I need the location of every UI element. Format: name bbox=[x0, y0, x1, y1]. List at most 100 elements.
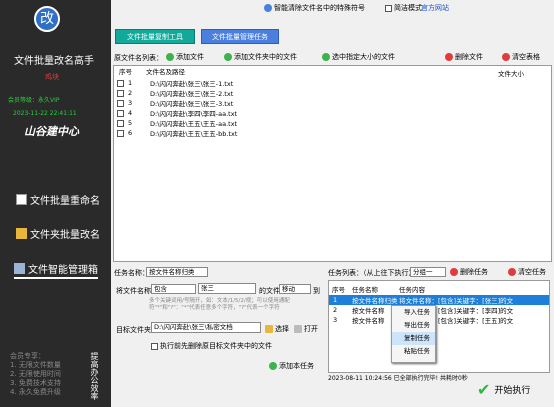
row-path: D:\闪闪奔赴\王五\王五-bb.txt bbox=[150, 130, 238, 138]
clear-table-button[interactable]: 清空表格 bbox=[502, 52, 540, 62]
context-menu[interactable]: 导入任务 导出任务 复制任务 粘贴任务 bbox=[391, 305, 436, 363]
nav-batch-rename[interactable]: 文件批量重命名 bbox=[16, 192, 100, 207]
choose-label: 选择 bbox=[275, 325, 289, 333]
member-line: 3. 免费技术支持 bbox=[10, 379, 61, 387]
group-select[interactable]: 分组一 bbox=[410, 267, 446, 277]
rule-hint: 多个关键词用/号隔开，如：文本/1/5/2/视；可以使用通配符"*"和"?"："… bbox=[149, 298, 290, 311]
minus-icon bbox=[445, 53, 453, 61]
clear-special-label: 智能清除文件名中的特殊符号 bbox=[274, 4, 365, 12]
add-task-label: 添加本任务 bbox=[279, 362, 314, 370]
menu-import-task[interactable]: 导入任务 bbox=[392, 306, 435, 319]
target-folder-input[interactable]: D:\闪闪奔赴\张三\私密文档 bbox=[151, 322, 261, 333]
task-header-content: 任务内容 bbox=[399, 286, 425, 294]
member-line: 2. 无限使用时间 bbox=[10, 370, 61, 378]
member-benefits: 会员专享： 1. 无限文件数量 2. 无限使用时间 3. 免费技术支持 4. 永… bbox=[10, 352, 61, 397]
add-folder-label: 添加文件夹中的文件 bbox=[234, 53, 297, 61]
keyword-input[interactable]: 张三 bbox=[198, 283, 256, 294]
username: 鸡块 bbox=[45, 73, 59, 81]
plus-icon bbox=[224, 53, 232, 61]
row-path: D:\闪闪奔赴\张三\张三-3.txt bbox=[150, 100, 234, 108]
task-name-select[interactable]: 按文件名称归类 bbox=[146, 267, 208, 277]
table-row[interactable]: 1 D:\闪闪奔赴\张三\张三-1.txt bbox=[114, 78, 551, 88]
app-title: 文件批量改名高手 bbox=[14, 56, 94, 67]
row-no: 4 bbox=[128, 109, 133, 117]
sidebar: 改 文件批量改名高手 鸡块 会员等级：永久VIP 2023-11-22 22:4… bbox=[0, 0, 111, 407]
task-no: 1 bbox=[333, 296, 338, 304]
rule-mid-label: 的文件 bbox=[259, 287, 280, 295]
header-no: 序号 bbox=[119, 68, 132, 76]
delete-task-label: 删除任务 bbox=[460, 268, 488, 276]
document-icon bbox=[16, 194, 27, 205]
vertical-slogan: 提高办公效率 bbox=[90, 352, 99, 400]
nav-label: 文件夹批量改名 bbox=[30, 230, 100, 241]
delete-before-label: 执行前先删除原目标文件夹中的文件 bbox=[160, 342, 272, 350]
row-path: D:\闪闪奔赴\张三\张三-1.txt bbox=[150, 80, 234, 88]
clear-special-link[interactable]: 智能清除文件名中的特殊符号 bbox=[264, 3, 365, 13]
checkbox-icon[interactable] bbox=[117, 99, 124, 107]
file-table[interactable]: 序号 文件名及路径 文件大小 1 D:\闪闪奔赴\张三\张三-1.txt 2 D:\… bbox=[113, 65, 552, 262]
nav-label: 文件智能管理箱 bbox=[28, 265, 98, 276]
delete-file-button[interactable]: 删除文件 bbox=[445, 52, 483, 62]
menu-export-task[interactable]: 导出任务 bbox=[392, 319, 435, 332]
batch-copy-tool-button[interactable]: 文件批量复制工具 bbox=[115, 29, 195, 44]
clear-task-button[interactable]: 清空任务 bbox=[508, 267, 546, 277]
nav-smart-manager[interactable]: 文件智能管理箱 bbox=[14, 261, 98, 279]
select-size-label: 选中指定大小的文件 bbox=[332, 53, 395, 61]
task-header-name: 任务名称 bbox=[352, 286, 378, 294]
open-icon bbox=[294, 325, 302, 333]
checkbox-icon[interactable] bbox=[117, 119, 124, 127]
member-line: 1. 无限文件数量 bbox=[10, 361, 61, 369]
simple-mode-checkbox[interactable]: 简洁模式 bbox=[385, 3, 422, 13]
simple-mode-label: 简洁模式 bbox=[394, 4, 422, 12]
row-no: 2 bbox=[128, 89, 133, 97]
status-text: 2023-08-11 10:24:56 已全部执行完毕! 共耗时0秒 bbox=[328, 375, 468, 382]
manager-icon bbox=[14, 263, 25, 274]
checkbox-icon[interactable] bbox=[117, 79, 124, 87]
task-list-label: 任务列表：（从上往下执行） bbox=[328, 269, 416, 277]
menu-copy-task[interactable]: 复制任务 bbox=[392, 332, 435, 345]
table-row[interactable]: 2 D:\闪闪奔赴\张三\张三-2.txt bbox=[114, 88, 551, 98]
brand-logo: 山谷建中心 bbox=[24, 125, 79, 138]
choose-folder-button[interactable]: 选择 bbox=[265, 324, 289, 334]
delete-before-checkbox[interactable]: 执行前先删除原目标文件夹中的文件 bbox=[151, 341, 272, 351]
table-row[interactable]: 6 D:\闪闪奔赴\王五\王五-bb.txt bbox=[114, 128, 551, 138]
expire-date: 2023-11-22 22:41:11 bbox=[13, 110, 77, 117]
add-file-button[interactable]: 添加文件 bbox=[166, 52, 204, 62]
task-row[interactable]: 2 按文件名称 将文件名称：[包含]关键字：[李四]的文 bbox=[329, 305, 549, 315]
checkmark-icon: ✔ bbox=[477, 380, 491, 399]
close-icon bbox=[508, 268, 516, 276]
checkbox-icon[interactable] bbox=[117, 89, 124, 97]
task-table[interactable]: 序号 任务名称 任务内容 1 按文件名称归类 将文件名称：[包含]关键字：[张三]的… bbox=[328, 280, 550, 373]
member-line: 会员专享： bbox=[10, 352, 45, 360]
table-row[interactable]: 4 D:\闪闪奔赴\李四\李四-aa.txt bbox=[114, 108, 551, 118]
nav-folder-rename[interactable]: 文件夹批量改名 bbox=[16, 226, 100, 241]
delete-task-button[interactable]: 删除任务 bbox=[450, 267, 488, 277]
select-size-button[interactable]: 选中指定大小的文件 bbox=[322, 52, 395, 62]
task-row[interactable]: 3 按文件名称 将文件名称：[包含]关键字：[王五]的文 bbox=[329, 315, 549, 325]
rule-action-select[interactable]: 移动 bbox=[279, 284, 311, 294]
rule-to-label: 到 bbox=[313, 287, 320, 295]
add-file-label: 添加文件 bbox=[176, 53, 204, 61]
add-folder-button[interactable]: 添加文件夹中的文件 bbox=[224, 52, 297, 62]
folder-icon bbox=[265, 325, 273, 333]
checkbox-icon[interactable] bbox=[117, 109, 124, 117]
official-site-link[interactable]: 官方网站 bbox=[421, 3, 449, 13]
task-row-selected[interactable]: 1 按文件名称归类 将文件名称：[包含]关键字：[张三]的文 bbox=[329, 295, 549, 305]
close-icon bbox=[502, 53, 510, 61]
table-row[interactable]: 3 D:\闪闪奔赴\张三\张三-3.txt bbox=[114, 98, 551, 108]
header-path: 文件名及路径 bbox=[146, 68, 185, 76]
rule-op-select[interactable]: 包含 bbox=[151, 284, 196, 294]
file-list-label: 原文件名列表： bbox=[114, 53, 163, 63]
checkbox-icon[interactable] bbox=[117, 129, 124, 137]
table-row[interactable]: 5 D:\闪闪奔赴\王五\王五-aa.txt bbox=[114, 118, 551, 128]
row-no: 3 bbox=[128, 99, 133, 107]
add-task-button[interactable]: 添加本任务 bbox=[269, 361, 314, 371]
execute-button[interactable]: ✔ 开始执行 bbox=[477, 380, 530, 399]
open-folder-button[interactable]: 打开 bbox=[294, 324, 318, 334]
header-size: 文件大小 bbox=[498, 70, 524, 78]
menu-paste-task[interactable]: 粘贴任务 bbox=[392, 345, 435, 358]
check-icon bbox=[322, 53, 330, 61]
task-name-label: 任务名称： bbox=[114, 269, 149, 277]
member-line: 4. 永久免费升级 bbox=[10, 388, 61, 396]
batch-task-button[interactable]: 文件批量管理任务 bbox=[201, 29, 279, 44]
